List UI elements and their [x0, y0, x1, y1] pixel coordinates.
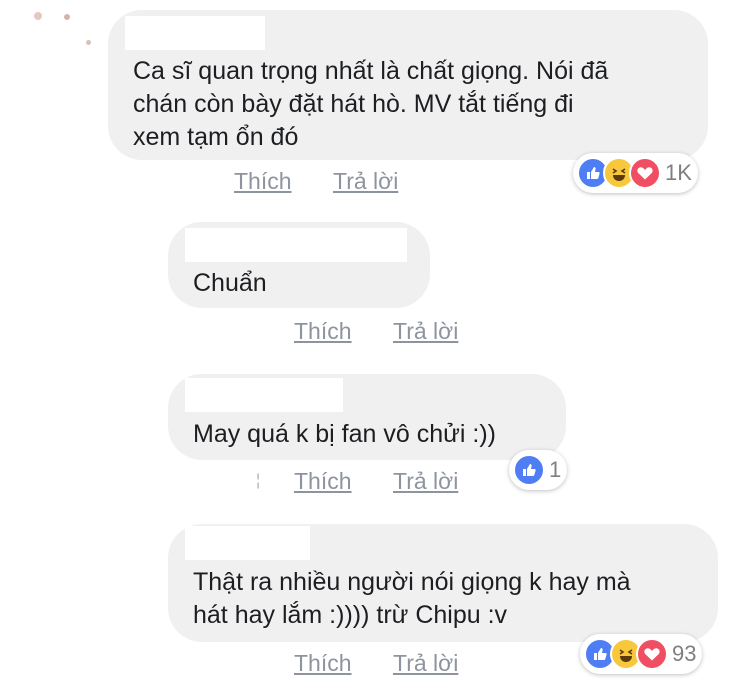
love-icon — [629, 157, 661, 189]
reply-link[interactable]: Trả lời — [393, 468, 458, 495]
commenter-name-redacted[interactable] — [185, 228, 407, 262]
avatar-fragment — [86, 40, 91, 45]
reaction-summary[interactable]: 1 — [509, 450, 568, 490]
like-link[interactable]: Thích — [294, 318, 352, 345]
like-icon — [513, 454, 545, 486]
comment-text: Ca sĩ quan trọng nhất là chất giọng. Nói… — [133, 57, 609, 151]
commenter-avatar[interactable] — [24, 6, 94, 66]
comment-text: Thật ra nhiều người nói giọng k hay mà h… — [193, 568, 631, 629]
comment-text: May quá k bị fan vô chửi :)) — [193, 420, 496, 448]
reply-link[interactable]: Trả lời — [393, 318, 458, 345]
like-link[interactable]: Thích — [294, 650, 352, 677]
like-link[interactable]: Thích — [234, 168, 292, 195]
stray-mark: ¦ — [256, 472, 261, 489]
commenter-name-redacted[interactable] — [125, 16, 265, 50]
avatar-fragment — [34, 12, 42, 20]
like-link[interactable]: Thích — [294, 468, 352, 495]
commenter-name-redacted[interactable] — [185, 526, 310, 560]
reaction-summary[interactable]: 1K — [573, 153, 698, 193]
reaction-count: 93 — [672, 641, 697, 666]
reply-link[interactable]: Trả lời — [393, 650, 458, 677]
comment-text: Chuẩn — [193, 269, 267, 297]
reaction-count: 1 — [549, 457, 562, 482]
avatar-fragment — [64, 14, 70, 20]
love-icon — [636, 638, 668, 670]
reaction-summary[interactable]: 93 — [580, 634, 703, 674]
reaction-count: 1K — [665, 160, 692, 185]
commenter-name-redacted[interactable] — [185, 378, 343, 412]
reply-link[interactable]: Trả lời — [333, 168, 398, 195]
